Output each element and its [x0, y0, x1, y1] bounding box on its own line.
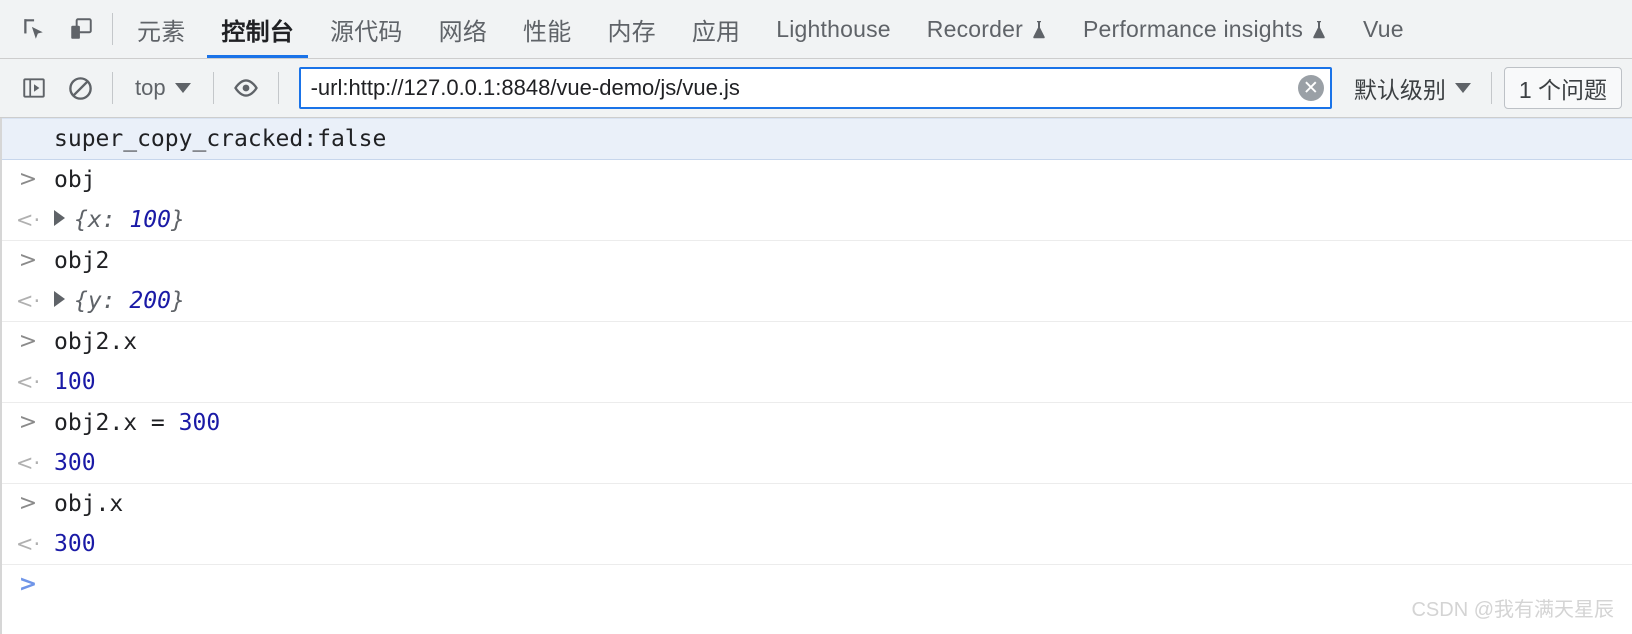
tab-label: 性能: [523, 18, 572, 46]
console-input-row[interactable]: > obj.x: [2, 484, 1632, 524]
console-filter-field[interactable]: ✕: [298, 67, 1332, 109]
object-preview[interactable]: {y: 200}: [54, 287, 185, 315]
clear-console-icon[interactable]: [60, 68, 100, 108]
tab-4[interactable]: 性能: [505, 0, 589, 58]
console-input-row[interactable]: > obj: [2, 160, 1632, 200]
tab-label: 内存: [607, 18, 656, 46]
console-input-row[interactable]: > obj2: [2, 241, 1632, 281]
output-caret-icon: <·: [15, 208, 41, 232]
input-caret-icon: >: [18, 491, 38, 516]
tab-8[interactable]: Recorder: [909, 0, 1065, 58]
console-result-text: 300: [54, 450, 96, 476]
devtools-tab-bar: 元素 控制台 源代码 网络 性能 内存 应用 Lighthouse Recorder Perfor…: [0, 0, 1632, 59]
tab-9[interactable]: Performance insights: [1065, 0, 1345, 58]
object-preview[interactable]: {x: 100}: [54, 206, 185, 234]
console-input-text: obj: [54, 167, 96, 193]
console-output-row[interactable]: <· {y: 200}: [2, 281, 1632, 322]
log-level-selector[interactable]: 默认级别: [1346, 68, 1479, 108]
tab-label: Lighthouse: [776, 15, 891, 42]
tab-6[interactable]: 应用: [674, 0, 758, 58]
experimental-flask-icon: [1031, 19, 1047, 39]
console-sidebar-icon[interactable]: [14, 68, 54, 108]
object-brace-close: }: [170, 207, 185, 233]
console-output-row[interactable]: <· 100: [2, 362, 1632, 403]
output-caret-icon: <·: [15, 370, 41, 394]
console-toolbar-divider-4: [1490, 72, 1492, 104]
console-toolbar-divider-1: [112, 72, 113, 104]
input-caret-icon: >: [18, 248, 38, 273]
tab-label: Vue: [1363, 15, 1404, 42]
watermark: CSDN @我有满天星辰: [1411, 599, 1614, 621]
chevron-down-icon: [1454, 83, 1471, 93]
tab-5[interactable]: 内存: [589, 0, 673, 58]
execution-context-selector[interactable]: top: [125, 68, 201, 108]
object-key: x:: [87, 207, 130, 233]
tab-label: 应用: [691, 18, 741, 46]
tab-0[interactable]: 元素: [119, 0, 203, 58]
tab-label: 网络: [438, 18, 488, 46]
input-caret-icon: >: [18, 410, 38, 435]
inspect-element-icon[interactable]: [14, 10, 52, 48]
input-caret-icon: >: [18, 167, 38, 192]
console-output-row[interactable]: <· 300: [2, 443, 1632, 484]
tab-3[interactable]: 网络: [421, 0, 505, 58]
console-message-row[interactable]: super_copy_cracked:false: [2, 118, 1632, 160]
devtools-tabs: 元素 控制台 源代码 网络 性能 内存 应用 Lighthouse Recorder Perfor…: [119, 0, 1632, 58]
console-prompt-row[interactable]: >: [2, 565, 1632, 605]
console-expression-text: obj2.x =: [54, 410, 179, 436]
object-value: 100: [129, 207, 171, 233]
expand-triangle-icon[interactable]: [54, 210, 65, 226]
tab-label: Performance insights: [1083, 15, 1304, 42]
issues-label: 1 个问题: [1518, 77, 1607, 103]
device-toolbar-icon[interactable]: [62, 10, 100, 48]
output-caret-icon: <·: [15, 451, 41, 475]
console-toolbar-divider-2: [212, 72, 214, 104]
chevron-down-icon: [174, 83, 191, 93]
input-caret-icon: >: [18, 329, 38, 354]
console-input-text: obj.x: [54, 491, 124, 517]
console-message-list[interactable]: super_copy_cracked:false > obj <· {x: 100} > o…: [0, 118, 1632, 634]
tab-label: 元素: [137, 18, 186, 46]
tab-2[interactable]: 源代码: [312, 0, 421, 58]
console-toolbar-divider-3: [277, 72, 279, 104]
console-message-text: super_copy_cracked:false: [54, 126, 387, 152]
object-brace-open: {: [74, 207, 88, 233]
object-key: y:: [87, 288, 130, 314]
console-input-text: obj2: [54, 248, 110, 274]
tab-1[interactable]: 控制台: [203, 0, 312, 58]
tab-label: 控制台: [221, 18, 295, 46]
tab-7[interactable]: Lighthouse: [758, 0, 909, 58]
console-input-row[interactable]: > obj2.x: [2, 322, 1632, 362]
console-expression-value: 300: [178, 410, 221, 436]
object-value: 200: [129, 288, 171, 314]
console-filter-input[interactable]: [310, 75, 1298, 101]
console-result-text: 300: [54, 531, 96, 557]
console-input-row[interactable]: > obj2.x = 300: [2, 403, 1632, 443]
object-brace-open: {: [74, 288, 88, 314]
tab-label: 源代码: [330, 18, 403, 46]
tab-bar-divider: [112, 13, 113, 45]
console-output-row[interactable]: <· {x: 100}: [2, 200, 1632, 241]
console-result-text: 100: [54, 369, 96, 395]
tab-label: Recorder: [926, 15, 1023, 42]
console-output-row[interactable]: <· 300: [2, 524, 1632, 565]
prompt-caret-icon: >: [18, 572, 38, 597]
object-brace-close: }: [170, 288, 185, 314]
issues-badge[interactable]: 1 个问题: [1503, 67, 1622, 109]
execution-context-label: top: [135, 75, 166, 100]
tab-bar-tool-icons: [0, 0, 106, 58]
console-input-text: obj2.x: [54, 329, 138, 355]
output-caret-icon: <·: [15, 532, 41, 556]
expand-triangle-icon[interactable]: [54, 291, 65, 307]
log-level-label: 默认级别: [1353, 77, 1446, 103]
devtools-window: 元素 控制台 源代码 网络 性能 内存 应用 Lighthouse Recorder Perfor…: [0, 0, 1632, 634]
experimental-flask-icon: [1311, 19, 1327, 39]
tab-10[interactable]: Vue: [1345, 0, 1422, 58]
console-toolbar: top ✕ 默认级别 1 个问题: [0, 59, 1632, 118]
live-expression-eye-icon[interactable]: [226, 68, 266, 108]
output-caret-icon: <·: [15, 289, 41, 313]
clear-input-icon[interactable]: ✕: [1297, 75, 1324, 101]
